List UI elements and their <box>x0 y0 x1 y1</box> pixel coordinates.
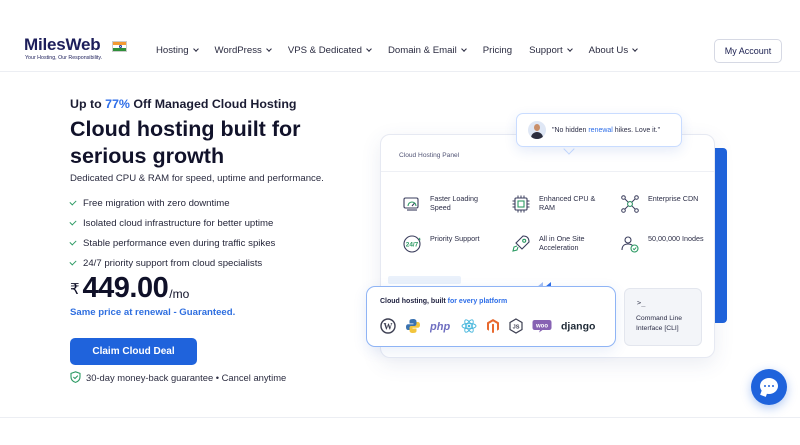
chevron-down-icon <box>460 46 467 52</box>
python-icon <box>406 319 420 333</box>
promo-discount: 77% <box>105 97 130 111</box>
chevron-down-icon <box>632 46 638 52</box>
svg-text:woo: woo <box>535 324 548 330</box>
svg-text:JS: JS <box>513 324 520 330</box>
panel-feature-speed: Faster Loading Speed <box>402 194 490 214</box>
cli-card: >_ Command Line Interface [CLI] <box>624 288 702 346</box>
list-item: Isolated cloud infrastructure for better… <box>69 213 275 233</box>
nav-item-support[interactable]: Support <box>529 45 573 56</box>
cdn-icon <box>621 195 639 213</box>
chevron-down-icon <box>265 46 272 52</box>
panel-feature-support: 24/7 Priority Support <box>402 234 490 254</box>
claim-deal-button[interactable]: Claim Cloud Deal <box>70 338 197 365</box>
check-icon <box>69 218 77 226</box>
woocommerce-icon: woo <box>532 320 552 333</box>
nodejs-icon: JS <box>509 318 523 334</box>
svg-text:24/7: 24/7 <box>406 241 419 248</box>
chevron-down-icon <box>366 46 372 52</box>
speed-icon <box>403 197 419 211</box>
list-item: Stable performance even during traffic s… <box>69 233 275 253</box>
svg-text:django: django <box>561 321 595 333</box>
wordpress-icon: W <box>380 318 396 334</box>
review-quote: "No hidden renewal hikes. Love it." <box>552 126 661 134</box>
platforms-title: Cloud hosting, built for every platform <box>380 298 508 305</box>
panel-feature-cdn: Enterprise CDN <box>620 194 708 214</box>
terminal-prompt-icon: >_ <box>637 299 646 307</box>
main-nav: Hosting WordPress VPS & Dedicated Domain… <box>156 45 654 56</box>
magento-icon <box>487 319 499 333</box>
php-text: php <box>430 321 450 333</box>
nav-item-wordpress[interactable]: WordPress <box>215 45 272 56</box>
support-247-icon: 24/7 <box>403 235 421 253</box>
page-title: Cloud hosting built for serious growth <box>70 117 301 168</box>
site-header: MilesWeb Your Hosting, Our Responsibilit… <box>0 0 800 72</box>
currency-symbol: ₹ <box>70 281 80 298</box>
cli-label: Command Line Interface [CLI] <box>636 315 683 332</box>
decorative-accent-bar <box>713 148 727 323</box>
logo-wordmark: MilesWeb <box>24 35 101 54</box>
india-flag-icon <box>112 41 127 52</box>
list-item: 24/7 priority support from cloud special… <box>69 253 275 273</box>
nav-item-about-us[interactable]: About Us <box>589 45 638 56</box>
my-account-button[interactable]: My Account <box>714 39 782 63</box>
nav-item-vps-dedicated[interactable]: VPS & Dedicated <box>288 45 372 56</box>
inodes-icon <box>621 236 639 253</box>
nav-item-pricing[interactable]: Pricing <box>483 45 512 56</box>
guarantee-note: 30-day money-back guarantee • Cancel any… <box>70 371 286 383</box>
panel-title: Cloud Hosting Panel <box>399 152 460 159</box>
price-period: /mo <box>169 287 190 301</box>
renewal-note: Same price at renewal - Guaranteed. <box>70 307 236 318</box>
platform-logos: W php JS woo django <box>380 318 595 334</box>
react-icon <box>461 319 477 333</box>
promo-headline: Up to 77% Off Managed Cloud Hosting <box>70 97 297 111</box>
price-display: ₹ 449.00 /mo <box>70 272 189 304</box>
avatar <box>528 121 546 139</box>
chevron-down-icon <box>566 46 573 52</box>
platforms-card: Cloud hosting, built for every platform … <box>366 286 616 347</box>
check-icon <box>69 198 77 206</box>
feature-list: Free migration with zero downtime Isolat… <box>69 193 275 273</box>
nav-item-domain-email[interactable]: Domain & Email <box>388 45 467 56</box>
panel-feature-acceleration: All in One Site Acceleration <box>511 234 599 254</box>
rocket-icon <box>512 235 530 252</box>
nav-item-hosting[interactable]: Hosting <box>156 45 199 56</box>
cpu-icon <box>512 195 530 213</box>
shield-check-icon <box>70 371 81 383</box>
django-text: django <box>561 321 595 333</box>
panel-feature-cpu: Enhanced CPU & RAM <box>511 194 599 214</box>
check-icon <box>69 238 77 246</box>
price-amount: 449.00 <box>82 272 169 304</box>
chat-widget-button[interactable] <box>751 369 787 405</box>
list-item: Free migration with zero downtime <box>69 193 275 213</box>
logo-tagline: Your Hosting, Our Responsibility. <box>25 55 103 61</box>
hero-subtitle: Dedicated CPU & RAM for speed, uptime an… <box>70 173 324 184</box>
customer-review-bubble: "No hidden renewal hikes. Love it." <box>516 113 682 147</box>
chevron-down-icon <box>192 46 199 52</box>
svg-text:W: W <box>384 321 393 331</box>
panel-feature-inodes: 50,00,000 Inodes <box>620 234 708 254</box>
svg-text:php: php <box>430 321 450 333</box>
check-icon <box>69 258 77 266</box>
